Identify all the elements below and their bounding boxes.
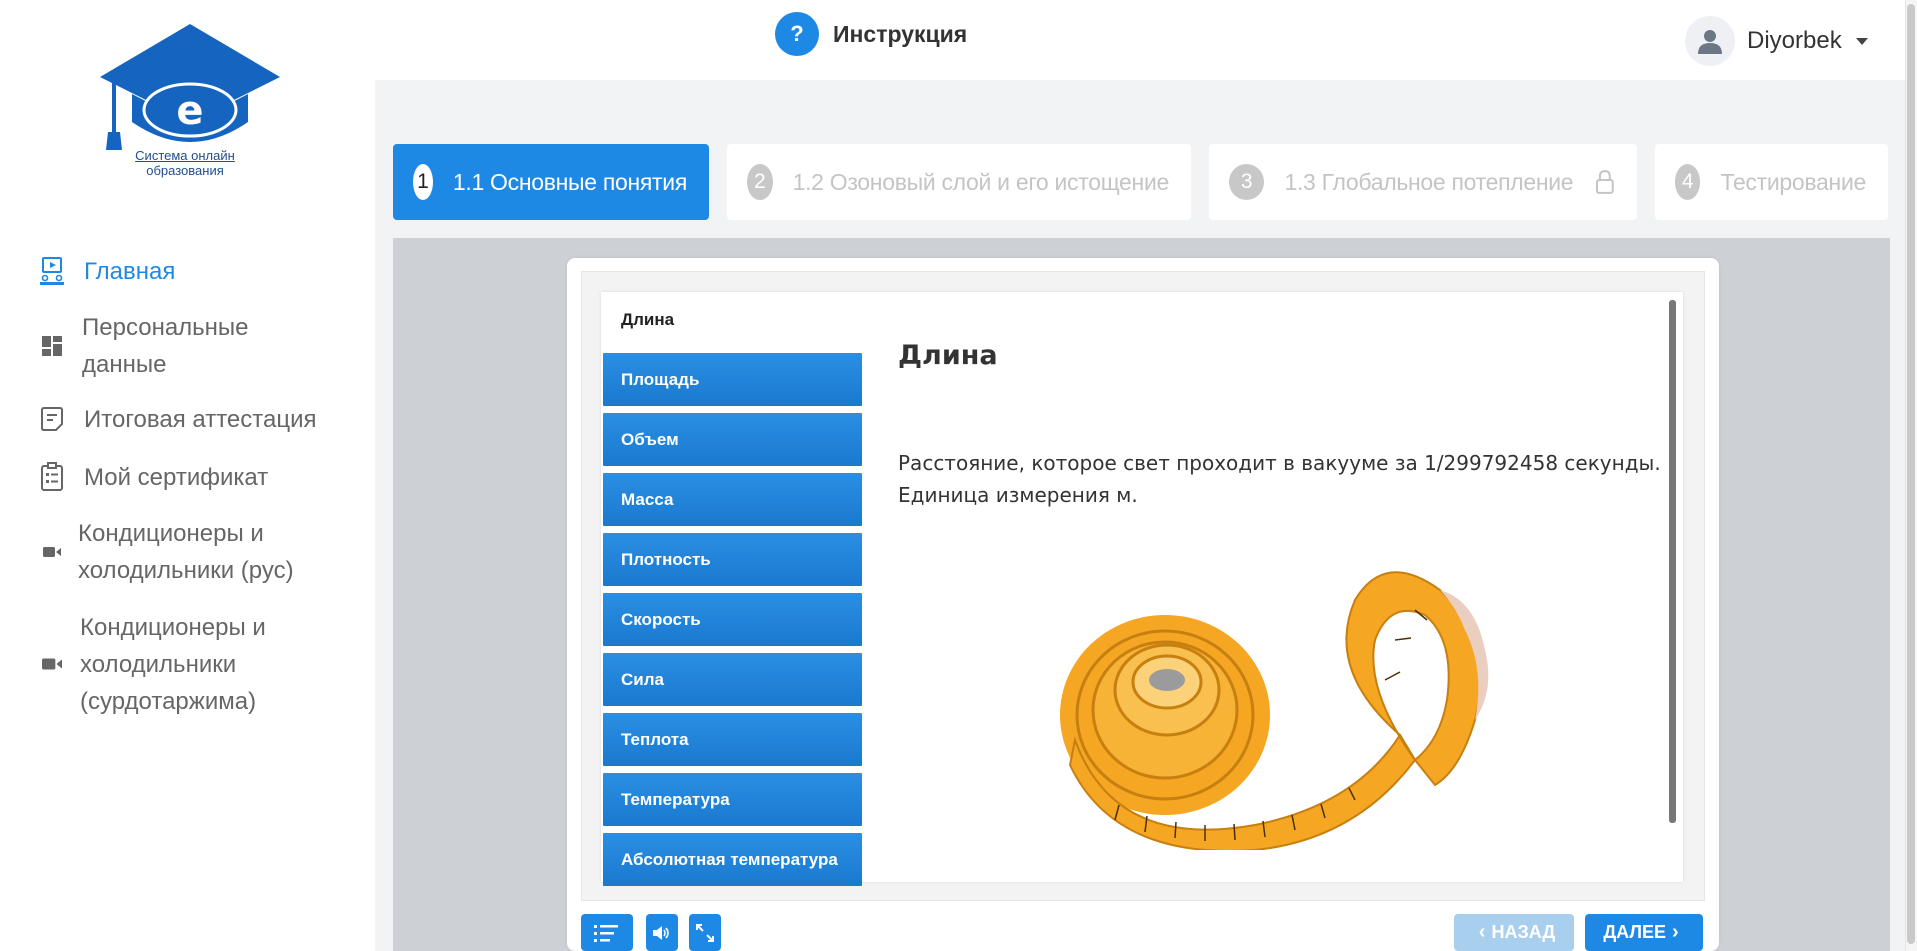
step-1[interactable]: 1 1.1 Основные понятия [393,144,709,220]
sidebar-item-label: Кондиционеры и холодильники (сурдотаржим… [80,613,266,715]
measuring-tape-image [1060,571,1489,850]
step-number: 4 [1675,164,1701,200]
tab-volume[interactable]: Объем [603,413,862,466]
article-title: Длина [898,340,998,371]
sidebar-item-ac-sign-language[interactable]: Кондиционеры и холодильники (сурдотаржим… [0,608,375,720]
step-label: 1.2 Озоновый слой и его истощение [792,168,1170,195]
video-lesson-icon [38,257,66,285]
tab-force[interactable]: Сила [603,653,862,706]
step-label: 1.3 Глобальное потепление [1284,168,1574,195]
dashboard-icon [38,332,66,360]
sidebar-item-label: Итоговая аттестация [84,405,317,433]
sidebar-item-personal-data[interactable]: Персональные данные [0,308,375,384]
step-number: 2 [747,164,773,200]
help-icon: ? [775,12,819,56]
step-4[interactable]: 4 Тестирование [1655,144,1888,220]
list-icon [594,924,618,942]
clipboard-icon [38,462,66,491]
step-label: Тестирование [1720,168,1866,195]
sidebar-item-final-attestation[interactable]: Итоговая аттестация [0,396,375,442]
chevron-right-icon: › [1672,921,1679,943]
back-label: НАЗАД [1491,922,1556,942]
user-menu[interactable]: Diyorbek [1685,16,1868,66]
page-scrollbar-thumb[interactable] [1907,4,1915,944]
tab-density[interactable]: Плотность [603,533,862,586]
sidebar-item-label: Персональные данные [82,314,249,378]
user-name: Diyorbek [1747,27,1842,54]
tab-area[interactable]: Площадь [603,353,862,406]
tab-mass[interactable]: Масса [603,473,862,526]
tab-length[interactable]: Длина [603,294,862,346]
content-scrollbar[interactable] [1669,300,1676,823]
lesson-article: Длина Расстояние, которое свет проходит … [898,340,1668,511]
page: e Система онлайн образования Главная Пер… [0,0,1917,951]
step-2[interactable]: 2 1.2 Озоновый слой и его истощение [727,144,1191,220]
sidebar-item-label: Главная [84,257,176,285]
contents-list-button[interactable] [581,914,633,951]
tab-heat[interactable]: Теплота [603,713,862,766]
next-label: ДАЛЕЕ [1603,922,1666,942]
sound-button[interactable] [646,914,678,951]
lesson-steps: 1 1.1 Основные понятия 2 1.2 Озоновый сл… [393,144,1888,220]
sidebar-item-my-certificate[interactable]: Мой сертификат [0,454,375,500]
lesson-tabs: Длина Площадь Объем Масса Плотность Скор… [603,294,862,893]
help-label: Инструкция [833,20,968,47]
chevron-left-icon: ‹ [1478,921,1486,943]
step-3[interactable]: 3 1.3 Глобальное потепление [1209,144,1637,220]
logo-caption-line2: образования [146,163,224,178]
chevron-down-icon [1855,37,1868,45]
sidebar-item-label: Кондиционеры и холодильники (рус) [78,520,294,584]
page-scrollbar[interactable] [1905,0,1917,951]
tab-temperature[interactable]: Температура [603,773,862,826]
sidebar: e Система онлайн образования Главная Пер… [0,0,375,951]
logo-caption: Система онлайн образования [110,148,260,178]
step-number: 3 [1229,164,1265,200]
fullscreen-button[interactable] [689,914,721,951]
sidebar-item-label: Мой сертификат [84,463,269,491]
expand-icon [696,923,714,942]
video-camera-icon [38,650,66,678]
lock-icon [1596,170,1615,194]
top-header: ? Инструкция Diyorbek [375,0,1917,80]
next-button[interactable]: ДАЛЕЕ › [1585,914,1703,951]
article-text: Расстояние, которое свет проходит в ваку… [898,451,1661,507]
speaker-icon [653,925,669,940]
video-camera-icon [38,538,66,566]
tab-speed[interactable]: Скорость [603,593,862,646]
step-number: 1 [413,164,433,200]
sidebar-nav: Главная Персональные данные Итоговая атт… [0,248,375,720]
sidebar-item-ac-rus[interactable]: Кондиционеры и холодильники (рус) [0,514,375,590]
avatar [1685,16,1735,66]
logo-caption-line1[interactable]: Система онлайн [110,148,260,163]
user-icon [1698,30,1722,54]
note-icon [38,405,66,433]
back-button[interactable]: ‹ НАЗАД [1454,914,1574,951]
help-button[interactable]: ? Инструкция [775,12,967,56]
sidebar-item-home[interactable]: Главная [0,248,375,294]
logo-letter: e [176,88,203,134]
tab-absolute-temperature[interactable]: Абсолютная температура [603,833,862,886]
step-label: 1.1 Основные понятия [452,168,687,195]
